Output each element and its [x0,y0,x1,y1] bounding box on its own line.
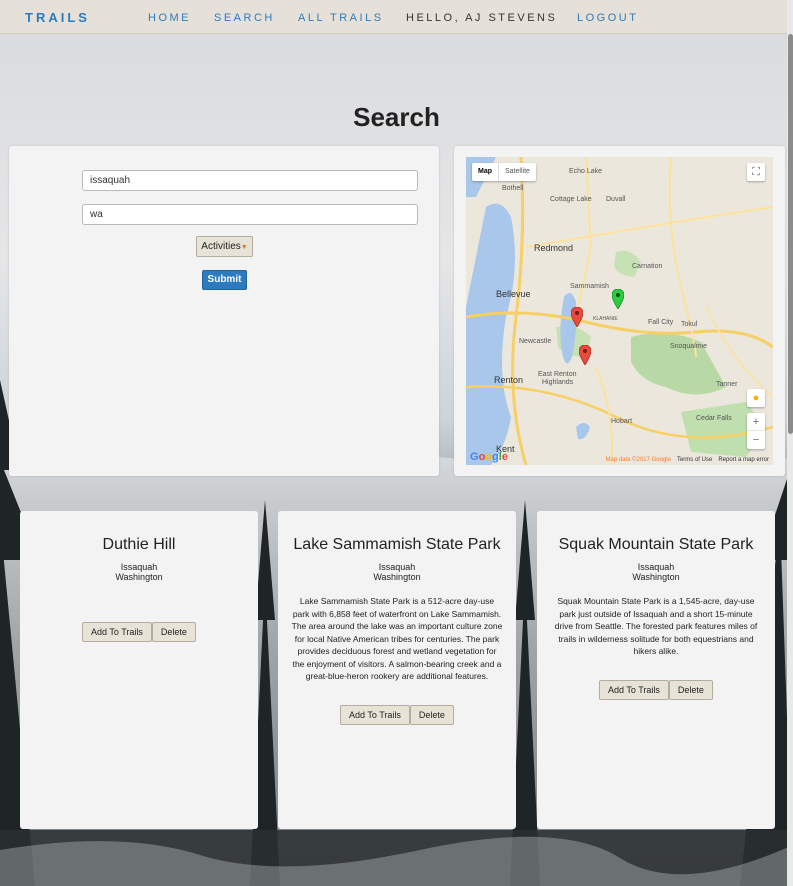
map-label-east-renton: East Renton [538,371,577,378]
map-label-duvall: Duvall [606,196,626,203]
city-input[interactable] [82,170,418,191]
google-logo: Google [470,451,508,463]
delete-button[interactable]: Delete [409,704,454,725]
park-state: Washington [115,572,163,582]
park-city: Issaquah [120,562,158,572]
delete-button[interactable]: Delete [151,622,196,642]
map-terms-link[interactable]: Terms of Use [677,457,712,463]
map-marker-icon[interactable] [571,307,583,327]
nav-all-trails[interactable]: ALL TRAILS [298,12,384,24]
map-label-tanner: Tanner [716,381,738,388]
nav-search[interactable]: SEARCH [214,12,275,24]
map-label-bothell: Bothell [502,185,524,192]
add-to-trails-button[interactable]: Add To Trails [599,679,669,700]
map-label-newcastle: Newcastle [519,338,552,345]
state-input[interactable] [82,204,418,225]
user-greeting: HELLO, AJ STEVENS [406,12,558,24]
map-marker-selected-icon[interactable] [612,289,624,309]
zoom-in-button[interactable]: + [747,413,765,431]
park-card: Squak Mountain State Park Issaquah Washi… [537,511,775,829]
map-label-carnation: Carnation [632,263,663,270]
map-label-bellevue: Bellevue [496,289,531,299]
submit-button[interactable]: Submit [202,270,247,290]
map-type-satellite[interactable]: Satellite [499,163,536,181]
park-city: Issaquah [378,562,416,572]
map-panel: Map Satellite ⛶ Echo Lake Bothell Cottag… [454,146,785,476]
map-type-control: Map Satellite [472,163,536,181]
brand-logo[interactable]: TRAILS [25,10,90,25]
park-state: Washington [373,572,421,582]
page-scrollbar[interactable] [787,0,793,886]
map-label-cottage-lake: Cottage Lake [550,196,592,203]
google-map[interactable]: Map Satellite ⛶ Echo Lake Bothell Cottag… [466,157,773,465]
nav-logout[interactable]: LOGOUT [577,12,638,24]
map-label-sammamish: Sammamish [570,283,609,290]
map-label-redmond: Redmond [534,243,574,253]
park-name: Lake Sammamish State Park [293,536,501,553]
zoom-out-button[interactable]: − [747,431,765,449]
delete-button[interactable]: Delete [668,679,713,700]
park-name: Squak Mountain State Park [558,536,754,553]
zoom-control: + − [747,413,765,449]
park-description: Squak Mountain State Park is a 1,545-acr… [554,596,758,656]
map-label-renton: Renton [494,375,524,385]
add-to-trails-button[interactable]: Add To Trails [340,704,410,725]
nav-home[interactable]: HOME [148,12,191,24]
park-card: Duthie Hill Issaquah Washington Add To T… [20,511,258,829]
park-state: Washington [632,572,680,582]
map-footer: Map data ©2017 Google Terms of Use Repor… [606,457,770,463]
map-label-cedar-falls: Cedar Falls [696,415,732,422]
park-city: Issaquah [637,562,675,572]
park-description: Lake Sammamish State Park is a 512-acre … [291,596,503,681]
map-data-credit: Map data ©2017 Google [605,457,671,463]
scrollbar-thumb[interactable] [788,34,793,434]
map-label-highlands: Highlands [542,379,574,386]
map-label-snoqualmie: Snoqualmie [670,343,707,350]
activities-label: Activities [201,241,241,252]
park-card: Lake Sammamish State Park Issaquah Washi… [278,511,516,829]
caret-down-icon: ▼ [240,244,248,251]
page-title: Search [353,102,440,132]
fullscreen-icon[interactable]: ⛶ [747,163,765,181]
map-label-hobart: Hobart [611,418,633,425]
map-report-link[interactable]: Report a map error [718,457,769,463]
park-name: Duthie Hill [102,536,176,553]
park-actions: Add To Trails Delete [278,704,516,725]
map-label-fall-city: Fall City [648,319,674,326]
map-label-tokul: Tokul [681,321,698,328]
map-label-klahanie: KLAHANIE [593,316,618,322]
top-navbar: TRAILS HOME SEARCH ALL TRAILS HELLO, AJ … [0,0,793,34]
search-form-panel: Activities▼ Submit [9,146,439,476]
map-marker-icon[interactable] [579,345,591,365]
map-type-map[interactable]: Map [472,163,499,181]
activities-dropdown[interactable]: Activities▼ [196,236,253,257]
park-actions: Add To Trails Delete [20,622,258,642]
park-actions: Add To Trails Delete [537,679,775,700]
map-label-echo-lake: Echo Lake [569,168,603,175]
pegman-icon[interactable]: ● [747,389,765,407]
add-to-trails-button[interactable]: Add To Trails [82,622,152,642]
